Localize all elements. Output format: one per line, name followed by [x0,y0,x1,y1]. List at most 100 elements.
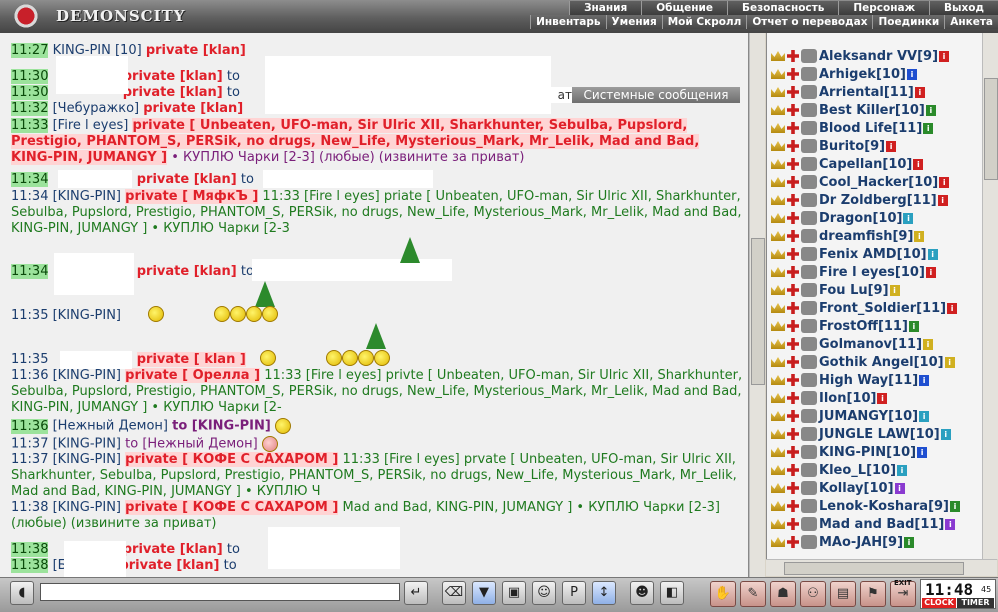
info-icon[interactable]: i [950,500,960,512]
user-row[interactable]: Fou Lu [9] i [771,281,900,299]
user-name[interactable]: KING-PIN [819,445,886,460]
user-row[interactable]: dreamfish [9] i [771,227,925,245]
info-icon[interactable]: i [937,194,948,206]
user-row[interactable]: Aleksandr VV [9] i [771,47,950,65]
layout-icon[interactable]: ◧ [660,581,684,605]
message-time[interactable]: 11:33 [11,118,49,133]
message-sender[interactable]: [KING-PIN] [53,189,121,204]
user-row[interactable]: Arriental [11] i [771,83,925,101]
tab-system-messages[interactable]: Системные сообщения [572,87,740,103]
user-row[interactable]: Mad and Bad [11] i [771,515,956,533]
user-name[interactable]: Aleksandr VV [819,49,917,64]
info-icon[interactable]: i [923,122,934,134]
message-sender[interactable]: [Чебуражко] [53,101,140,116]
message-time[interactable]: 11:36 [11,368,48,383]
save-icon[interactable]: ▣ [502,581,526,605]
message-sender[interactable]: [KING-PIN] [53,308,121,323]
menu-security[interactable]: Безопасность [726,1,839,15]
user-name[interactable]: Arriental [819,85,884,100]
user-name[interactable]: dreamfish [819,229,892,244]
user-row[interactable]: Cool_Hacker [10] i [771,173,950,191]
user-name[interactable]: MAo-JAH [819,535,882,550]
info-icon[interactable]: i [927,248,938,260]
translit-icon[interactable]: P [562,581,586,605]
menu-character[interactable]: Персонаж [838,1,930,15]
user-list-hscroll-thumb[interactable] [784,562,964,575]
user-name[interactable]: High Way [819,373,888,388]
info-icon[interactable]: i [940,428,951,440]
smiley-button-icon[interactable]: ☻ [630,581,654,605]
info-icon[interactable]: i [919,410,930,422]
user-name[interactable]: Lenok-Koshara [819,499,928,514]
info-icon[interactable]: i [894,482,905,494]
message-time[interactable]: 11:36 [11,418,49,434]
user-row[interactable]: Gothik Angel [10] i [771,353,955,371]
info-icon[interactable]: i [919,374,930,386]
info-icon[interactable]: i [904,536,915,548]
send-button[interactable]: ↵ [404,581,428,605]
info-icon[interactable]: i [889,284,900,296]
bag-icon[interactable]: ▤ [830,581,856,607]
menu-skills[interactable]: Умения [605,15,662,29]
chat-scrollbar[interactable] [749,33,765,577]
menu-transfer-report[interactable]: Отчет о переводах [746,15,873,29]
message-time[interactable]: 11:34 [11,264,49,279]
action-icon[interactable]: ✋ [710,581,736,607]
user-name[interactable]: Cool_Hacker [819,175,908,190]
eraser-icon[interactable]: ⌫ [442,581,466,605]
user-row[interactable]: Best Killer [10] i [771,101,936,119]
info-icon[interactable]: i [897,464,908,476]
info-icon[interactable]: i [944,356,955,368]
user-name[interactable]: JUMANGY [819,409,888,424]
message-time[interactable]: 11:37 [11,452,48,467]
menu-fights[interactable]: Поединки [872,15,945,29]
user-row[interactable]: Fire l eyes [10] i [771,263,936,281]
message-time[interactable]: 11:38 [11,558,49,573]
info-icon[interactable]: i [913,158,924,170]
message-time[interactable]: 11:37 [11,437,48,452]
user-row[interactable]: MAo-JAH [9] i [771,533,915,551]
message-time[interactable]: 11:34 [11,172,49,187]
message-time[interactable]: 11:34 [11,189,48,204]
user-name[interactable]: Fenix AMD [819,247,897,262]
message-time[interactable]: 11:35 [11,308,48,323]
message-time[interactable]: 11:38 [11,542,49,557]
user-row[interactable]: Dragon [10] i [771,209,914,227]
user-name[interactable]: Gothik Angel [819,355,914,370]
info-icon[interactable]: i [925,104,936,116]
user-row[interactable]: KING-PIN [10] i [771,443,928,461]
info-icon[interactable]: i [947,302,958,314]
tab-chat[interactable]: ат [526,87,574,103]
menu-profile[interactable]: Анкета [944,15,998,29]
info-icon[interactable]: i [925,266,936,278]
user-row[interactable]: JUMANGY [10] i [771,407,930,425]
info-icon[interactable]: i [906,68,917,80]
user-name[interactable]: Golmanov [819,337,892,352]
chat-scroll-thumb[interactable] [751,238,765,385]
user-name[interactable]: Best Killer [819,103,895,118]
user-row[interactable]: Front_Soldier [11] i [771,299,958,317]
message-time[interactable]: 11:35 [11,352,48,367]
user-name[interactable]: FrostOff [819,319,878,334]
mask-icon[interactable]: ☗ [770,581,796,607]
user-row[interactable]: Kleo_L [10] i [771,461,908,479]
user-list-scrollbar[interactable] [982,33,998,559]
message-sender[interactable]: [KING-PIN] [53,500,121,515]
user-row[interactable]: Burito [9] i [771,137,897,155]
menu-exit[interactable]: Выход [929,1,998,15]
user-name[interactable]: Ilon [819,391,846,406]
user-row[interactable]: Arhigek [10] i [771,65,917,83]
message-time[interactable]: 11:38 [11,500,48,515]
user-list-scroll-thumb[interactable] [984,78,998,180]
info-icon[interactable]: i [886,140,897,152]
info-icon[interactable]: i [914,86,925,98]
user-name[interactable]: Arhigek [819,67,876,82]
clock-tab[interactable]: CLOCK [922,598,956,608]
message-time[interactable]: 11:32 [11,101,49,116]
info-icon[interactable]: i [903,212,914,224]
user-name[interactable]: Kollay [819,481,864,496]
user-name[interactable]: Dr Zoldberg [819,193,907,208]
user-name[interactable]: Capellan [819,157,882,172]
menu-my-scroll[interactable]: Мой Скролл [661,15,747,29]
user-row[interactable]: Ilon [10] i [771,389,888,407]
